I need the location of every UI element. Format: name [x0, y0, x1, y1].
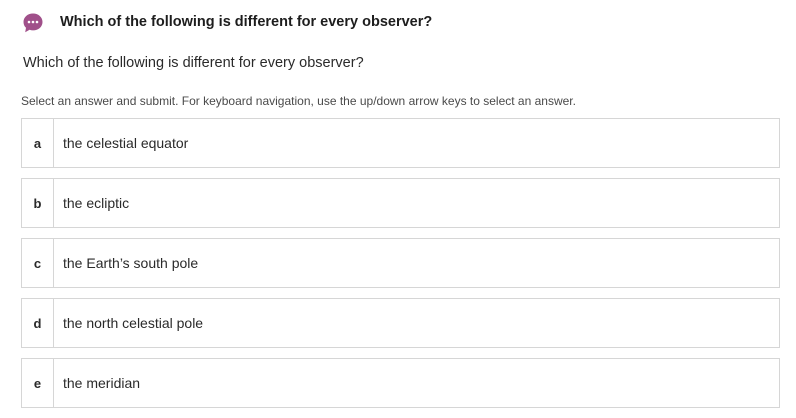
answer-options: a the celestial equator b the ecliptic c… [21, 118, 780, 418]
option-letter: a [22, 119, 54, 167]
answer-option-c[interactable]: c the Earth’s south pole [21, 238, 780, 288]
header-title: Which of the following is different for … [60, 14, 433, 30]
chat-bubble-icon [22, 12, 44, 34]
instructions-text: Select an answer and submit. For keyboar… [21, 94, 576, 108]
answer-option-d[interactable]: d the north celestial pole [21, 298, 780, 348]
option-letter: c [22, 239, 54, 287]
option-text: the ecliptic [63, 195, 130, 211]
question-text: Which of the following is different for … [23, 55, 364, 71]
answer-option-a[interactable]: a the celestial equator [21, 118, 780, 168]
option-text: the north celestial pole [63, 315, 204, 331]
option-text: the celestial equator [63, 135, 189, 151]
answer-option-b[interactable]: b the ecliptic [21, 178, 780, 228]
option-letter: d [22, 299, 54, 347]
option-text: the meridian [63, 375, 141, 391]
option-letter: e [22, 359, 54, 407]
option-text: the Earth’s south pole [63, 255, 199, 271]
answer-option-e[interactable]: e the meridian [21, 358, 780, 408]
question-header: Which of the following is different for … [0, 0, 796, 44]
option-letter: b [22, 179, 54, 227]
